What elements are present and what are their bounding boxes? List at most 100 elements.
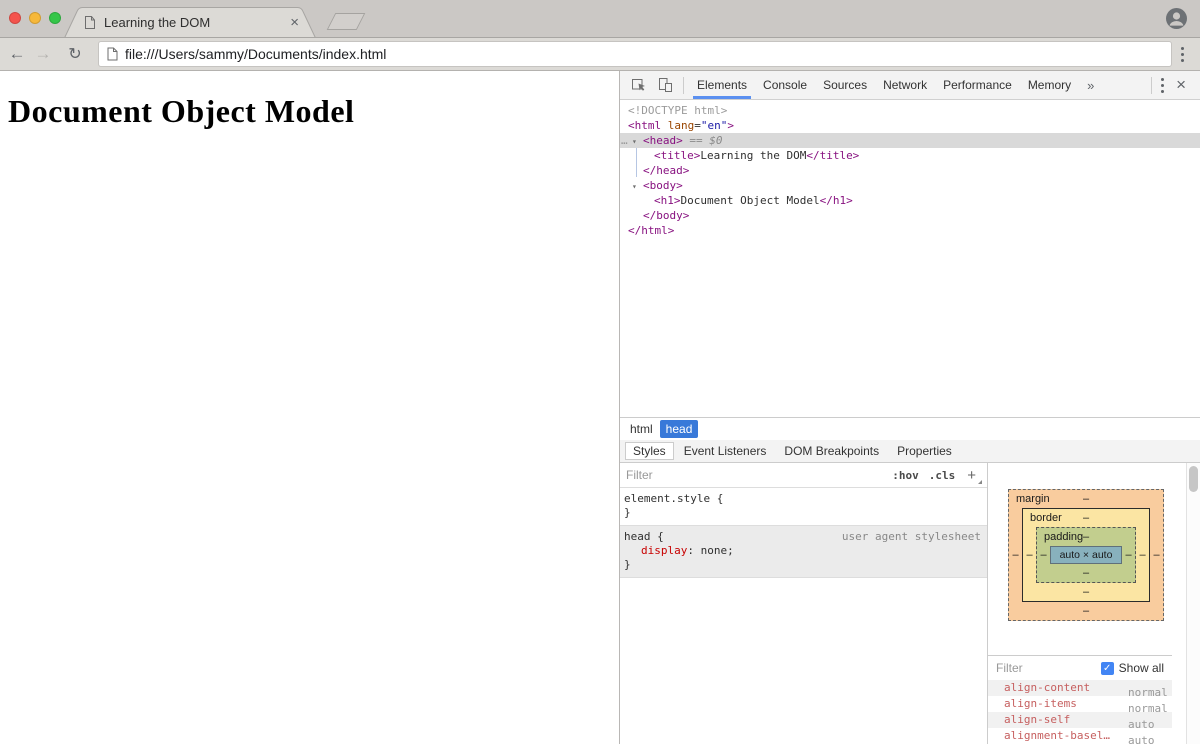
- computed-property-name: alignment-basel…: [1004, 728, 1128, 744]
- computed-filter-input[interactable]: Filter: [996, 661, 1101, 675]
- brace: {: [657, 530, 664, 543]
- sidebar-tab-properties[interactable]: Properties: [889, 442, 960, 460]
- sidebar-tab-styles[interactable]: Styles: [625, 442, 674, 460]
- brace: }: [624, 558, 631, 571]
- styles-filter-row: Filter :hov .cls +: [620, 463, 987, 488]
- devtools-tab-elements[interactable]: Elements: [689, 71, 755, 99]
- tab-close-icon[interactable]: ×: [287, 15, 302, 30]
- breadcrumb-head[interactable]: head: [660, 420, 699, 438]
- margin-label: margin: [1016, 490, 1050, 508]
- padding-left-value[interactable]: –: [1037, 549, 1050, 561]
- css-separator: :: [687, 544, 700, 557]
- border-bottom-value[interactable]: –: [1023, 583, 1149, 601]
- code-token: ==: [683, 134, 710, 147]
- computed-pane: Filter ✓ Show all align-contentnormalali…: [988, 655, 1172, 744]
- show-all-checkbox[interactable]: ✓: [1101, 662, 1114, 675]
- device-toolbar-icon[interactable]: [652, 77, 678, 93]
- border-right-value[interactable]: –: [1136, 549, 1149, 561]
- dom-tree-line[interactable]: </body>: [620, 208, 1200, 223]
- css-property-value[interactable]: none;: [701, 544, 734, 557]
- margin-left-value[interactable]: –: [1009, 549, 1022, 561]
- devtools-tab-network[interactable]: Network: [875, 71, 935, 99]
- border-left-value[interactable]: –: [1023, 549, 1036, 561]
- zoom-window-button[interactable]: [49, 12, 61, 24]
- computed-property-name: align-items: [1004, 696, 1128, 712]
- code-token: <html: [628, 119, 661, 132]
- toggle-element-state[interactable]: :hov: [892, 469, 919, 482]
- dom-tree-line[interactable]: </head>: [620, 163, 1200, 178]
- dom-tree-line[interactable]: ▾<body>: [620, 178, 1200, 193]
- code-token: </title>: [806, 149, 859, 162]
- devtools-tab-performance[interactable]: Performance: [935, 71, 1020, 99]
- css-selector[interactable]: head: [624, 530, 651, 543]
- css-property-name[interactable]: display: [641, 544, 687, 557]
- css-rule-element-style: element.style { }: [620, 488, 987, 525]
- close-window-button[interactable]: [9, 12, 21, 24]
- padding-bottom-value[interactable]: –: [1037, 564, 1135, 582]
- code-token: <h1>: [654, 194, 681, 207]
- minimize-window-button[interactable]: [29, 12, 41, 24]
- devtools-tab-memory[interactable]: Memory: [1020, 71, 1079, 99]
- code-token: "en": [701, 119, 728, 132]
- sidebar-tab-event-listeners[interactable]: Event Listeners: [676, 442, 775, 460]
- code-token: </body>: [643, 209, 689, 222]
- box-model: margin – – border –: [1008, 489, 1164, 621]
- devtools-tab-sources[interactable]: Sources: [815, 71, 875, 99]
- dom-tree-line[interactable]: <html lang="en">: [620, 118, 1200, 133]
- brace: }: [624, 506, 631, 519]
- computed-property-row[interactable]: alignment-basel…auto: [988, 728, 1172, 744]
- dom-tree-line[interactable]: <title>Learning the DOM</title>: [620, 148, 1200, 163]
- devtools-close-icon[interactable]: ×: [1164, 75, 1194, 95]
- traffic-lights: [9, 12, 61, 24]
- new-tab-button[interactable]: [327, 13, 366, 30]
- border-label: border: [1030, 509, 1062, 527]
- code-token: <head>: [643, 134, 683, 147]
- page-heading: Document Object Model: [8, 93, 619, 130]
- computed-property-row[interactable]: align-contentnormal: [988, 680, 1172, 696]
- breadcrumb-html[interactable]: html: [626, 420, 657, 438]
- show-all-label[interactable]: Show all: [1119, 661, 1164, 675]
- devtools-tab-console[interactable]: Console: [755, 71, 815, 99]
- styles-filter-input[interactable]: Filter: [626, 468, 882, 482]
- code-token: Learning the DOM: [700, 149, 806, 162]
- breadcrumb: htmlhead: [620, 417, 1200, 440]
- box-model-content[interactable]: auto × auto: [1050, 546, 1122, 564]
- devtools-panel: ElementsConsoleSourcesNetworkPerformance…: [619, 71, 1200, 744]
- metrics-pane: margin – – border –: [988, 463, 1200, 744]
- indent-guide: [636, 148, 637, 177]
- new-style-rule[interactable]: +: [967, 467, 981, 484]
- url-text[interactable]: file:///Users/sammy/Documents/index.html: [125, 46, 386, 62]
- code-token: >: [727, 119, 734, 132]
- expand-arrow-icon[interactable]: ▾: [632, 134, 643, 149]
- sidebar-tabs: StylesEvent ListenersDOM BreakpointsProp…: [620, 440, 1200, 463]
- expand-arrow-icon[interactable]: ▾: [632, 179, 643, 194]
- back-button[interactable]: ←: [4, 44, 30, 64]
- inspect-element-icon[interactable]: [626, 77, 652, 93]
- computed-property-row[interactable]: align-selfauto: [988, 712, 1172, 728]
- more-panels-icon[interactable]: »: [1079, 78, 1102, 93]
- margin-bottom-value[interactable]: –: [1009, 602, 1163, 620]
- scrollbar-track[interactable]: [1186, 463, 1200, 744]
- devtools-toolbar: ElementsConsoleSourcesNetworkPerformance…: [620, 71, 1200, 100]
- reload-button[interactable]: ↻: [62, 44, 88, 64]
- element-classes[interactable]: .cls: [929, 469, 956, 482]
- dom-tree-line[interactable]: <h1>Document Object Model</h1>: [620, 193, 1200, 208]
- computed-filter-row: Filter ✓ Show all: [988, 656, 1172, 680]
- computed-property-row[interactable]: align-itemsnormal: [988, 696, 1172, 712]
- padding-right-value[interactable]: –: [1122, 549, 1135, 561]
- box-model-border: border – – padding –: [1022, 508, 1150, 602]
- margin-right-value[interactable]: –: [1150, 549, 1163, 561]
- css-selector[interactable]: element.style: [624, 492, 710, 505]
- dom-tree-line[interactable]: <!DOCTYPE html>: [620, 103, 1200, 118]
- overflow-dots-icon: …: [621, 133, 628, 148]
- profile-avatar-icon[interactable]: [1165, 7, 1188, 35]
- browser-menu-icon[interactable]: [1181, 45, 1184, 63]
- sidebar-tab-dom-breakpoints[interactable]: DOM Breakpoints: [776, 442, 887, 460]
- rendered-page: Document Object Model: [0, 71, 619, 744]
- code-token: lang: [661, 119, 694, 132]
- browser-tab[interactable]: Learning the DOM ×: [64, 7, 316, 38]
- address-bar[interactable]: file:///Users/sammy/Documents/index.html: [98, 41, 1172, 67]
- scrollbar-thumb[interactable]: [1189, 466, 1198, 492]
- dom-tree-line[interactable]: </html>: [620, 223, 1200, 238]
- dom-tree-line[interactable]: …▾<head> == $0: [620, 133, 1200, 148]
